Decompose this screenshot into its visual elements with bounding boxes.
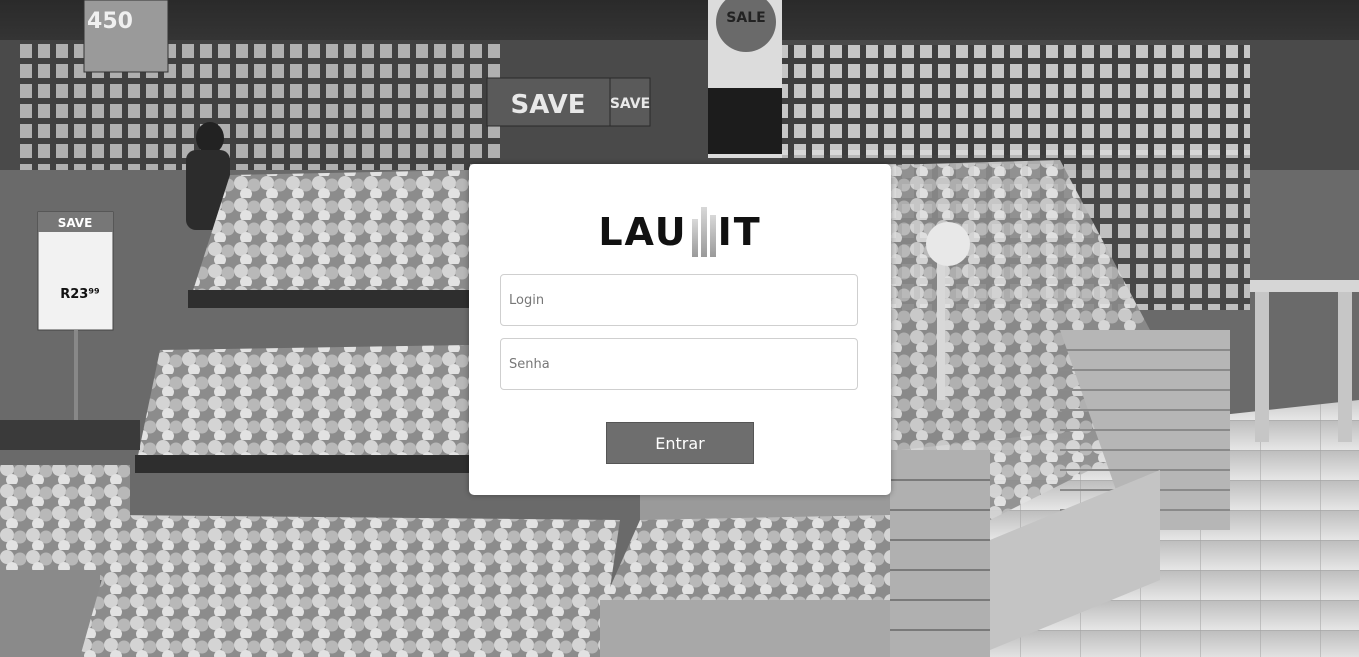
login-input[interactable] [500,274,858,326]
save-sign-small: SAVE [610,96,650,112]
price-tag-value: R23⁹⁹ [60,287,100,302]
brand-logo: LAU IT [469,204,891,260]
logo-bars-icon [691,207,716,257]
login-card: LAU IT Entrar [469,164,891,495]
logo-text-left: LAU [598,210,688,254]
promo-450-sign: 450 [87,9,133,34]
save-sign-large: SAVE [511,90,586,120]
sale-banner: SALE [726,10,765,26]
password-input[interactable] [500,338,858,390]
price-tag-header: SAVE [58,216,93,230]
entrar-button[interactable]: Entrar [606,422,754,464]
logo-text-right: IT [717,210,762,254]
